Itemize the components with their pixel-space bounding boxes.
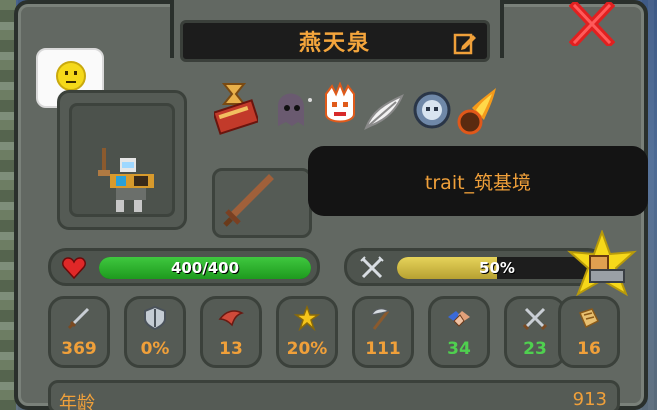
age-row: 年龄 913 <box>48 380 620 410</box>
sword-item-icon <box>223 174 274 227</box>
unit-name-bar: 燕天泉 <box>180 20 490 62</box>
stat-armor[interactable]: 0% <box>124 296 186 368</box>
stat-value: 369 <box>61 339 97 359</box>
skull-orb-icon[interactable] <box>410 82 454 138</box>
stat-damage[interactable]: 369 <box>48 296 110 368</box>
feather-icon[interactable] <box>362 82 406 138</box>
stat-value: 16 <box>577 339 601 359</box>
fork-knife-icon <box>360 256 384 279</box>
warfare-icon <box>522 307 548 331</box>
tooltip-text: trait_筑基境 <box>424 171 532 194</box>
neutral-face-icon <box>56 61 86 91</box>
stat-stewardship[interactable]: 16 <box>558 296 620 368</box>
diplomacy-icon <box>448 311 470 327</box>
avatar-frame[interactable] <box>57 90 187 230</box>
meteor-icon[interactable] <box>456 82 500 138</box>
stat-value: 111 <box>365 339 401 359</box>
health-row: 400/400 <box>48 248 320 286</box>
stat-value: 23 <box>523 339 547 359</box>
sword-icon <box>67 307 90 330</box>
unit-name: 燕天泉 <box>298 31 371 56</box>
stat-value: 34 <box>447 339 471 359</box>
health-bar: 400/400 <box>99 257 311 279</box>
avatar-inner <box>69 103 175 217</box>
wing-icon <box>218 310 244 327</box>
heart-icon <box>62 257 86 280</box>
unit-sprite <box>98 148 154 212</box>
stat-speed[interactable]: 13 <box>200 296 262 368</box>
age-label: 年龄 <box>59 393 95 410</box>
traits-strip <box>214 82 514 144</box>
stat-value: 0% <box>140 339 170 359</box>
stats-row: 369 0% 13 20% 111 34 23 16 <box>48 296 620 368</box>
stat-value: 13 <box>219 339 243 359</box>
stat-value: 20% <box>286 339 328 359</box>
stat-kills[interactable]: 111 <box>352 296 414 368</box>
stat-warfare[interactable]: 23 <box>504 296 566 368</box>
trait-tooltip: trait_筑基境 <box>308 146 648 216</box>
scythe-icon <box>371 308 390 330</box>
close-icon <box>569 2 615 46</box>
close-button[interactable] <box>566 0 618 48</box>
shield-icon <box>144 305 166 331</box>
age-value: 913 <box>572 389 607 410</box>
stat-crit[interactable]: 20% <box>276 296 338 368</box>
weapon-slot[interactable] <box>212 168 312 238</box>
hourglass-book-icon[interactable] <box>214 82 258 138</box>
crit-star-icon <box>294 305 320 331</box>
fire-face-icon[interactable] <box>318 82 362 138</box>
stat-diplomacy[interactable]: 34 <box>428 296 490 368</box>
health-label: 400/400 <box>170 259 240 277</box>
stewardship-icon <box>578 308 600 329</box>
level-star-icon[interactable] <box>566 230 638 300</box>
ghost-icon[interactable] <box>270 82 314 138</box>
edit-name-icon[interactable] <box>453 31 477 55</box>
